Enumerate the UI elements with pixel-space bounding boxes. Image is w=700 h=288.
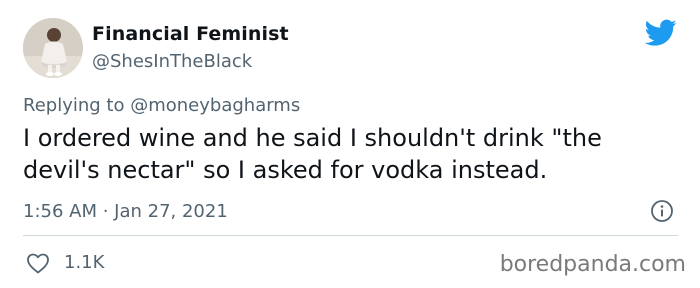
divider <box>23 235 678 236</box>
like-count: 1.1K <box>64 252 105 273</box>
replying-mention-link[interactable]: @moneybagharms <box>130 95 300 116</box>
author-name[interactable]: Financial Feminist <box>92 23 289 45</box>
heart-icon[interactable] <box>26 252 50 274</box>
avatar[interactable] <box>23 18 83 78</box>
replying-label: Replying to <box>23 95 125 116</box>
tweet-text: I ordered wine and he said I shouldn't d… <box>23 124 602 184</box>
tweet-card: Financial Feminist @ShesInTheBlack Reply… <box>0 0 700 288</box>
twitter-bird-icon[interactable] <box>645 19 677 47</box>
watermark: boredpanda.com <box>499 252 686 277</box>
author-handle[interactable]: @ShesInTheBlack <box>92 51 252 72</box>
replying-to: Replying to @moneybagharms <box>23 95 300 116</box>
avatar-photo <box>23 18 83 78</box>
tweet-timestamp[interactable]: 1:56 AM · Jan 27, 2021 <box>23 201 228 222</box>
info-icon[interactable] <box>650 199 674 223</box>
